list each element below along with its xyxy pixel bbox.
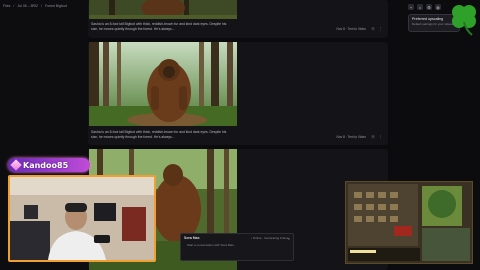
more-options-icon[interactable]: ⋮ bbox=[379, 135, 383, 139]
video-prompt: Sasha is an 8-foot tall Bigfoot with thi… bbox=[91, 130, 227, 139]
video-thumbnail[interactable] bbox=[89, 42, 237, 126]
profile-icon[interactable]: ◍ bbox=[435, 4, 441, 10]
streamer-name: Kandoo85 bbox=[23, 160, 69, 170]
card-actions: ⎘ ⋮ bbox=[372, 27, 382, 31]
webcam-overlay bbox=[8, 175, 156, 262]
chat-input[interactable]: Start a conversation with Sora Max... bbox=[187, 243, 236, 247]
breadcrumb-files[interactable]: Files bbox=[3, 4, 10, 8]
chat-title: Sora Max bbox=[184, 236, 200, 240]
home-icon[interactable]: ⌂ bbox=[417, 4, 423, 10]
clover-icon bbox=[452, 5, 476, 36]
video-meta: Nov 8 · Text to Video bbox=[336, 27, 366, 31]
video-thumbnail[interactable] bbox=[89, 0, 237, 19]
add-icon[interactable]: + bbox=[408, 4, 414, 10]
close-icon[interactable]: × bbox=[288, 236, 290, 241]
breadcrumb-folder[interactable]: Jul 06 – 8RI2 bbox=[17, 4, 38, 8]
streamer-name-badge: Kandoo85 bbox=[8, 158, 90, 172]
video-card[interactable]: Sasha is an 8-foot tall Bigfoot with thi… bbox=[88, 0, 388, 38]
chat-popup[interactable]: Sora Max • Online · Generating Frame Sta… bbox=[180, 233, 294, 261]
more-options-icon[interactable]: ⋮ bbox=[379, 27, 383, 31]
breadcrumb: Files / Jul 06 – 8RI2 / Forest Bigfoot bbox=[3, 4, 67, 8]
diamond-icon bbox=[10, 159, 22, 171]
video-meta: Nov 8 · Text to Video bbox=[336, 135, 366, 139]
breadcrumb-separator: / bbox=[41, 4, 42, 8]
copy-icon[interactable]: ⎘ bbox=[372, 135, 375, 139]
settings-icon[interactable]: ⚙ bbox=[426, 4, 432, 10]
copy-icon[interactable]: ⎘ bbox=[372, 27, 375, 31]
top-right-toolbar: + ⌂ ⚙ ◍ bbox=[408, 4, 441, 10]
game-capture-overlay bbox=[345, 181, 473, 264]
card-actions: ⎘ ⋮ bbox=[372, 135, 382, 139]
chat-status: • Online · Generating Frame bbox=[251, 236, 289, 240]
breadcrumb-separator: / bbox=[13, 4, 15, 8]
video-card[interactable]: Sasha is an 8-foot tall Bigfoot with thi… bbox=[88, 42, 388, 145]
video-prompt: Sasha is an 8-foot tall Bigfoot with thi… bbox=[91, 22, 227, 31]
breadcrumb-current: Forest Bigfoot bbox=[44, 4, 67, 8]
